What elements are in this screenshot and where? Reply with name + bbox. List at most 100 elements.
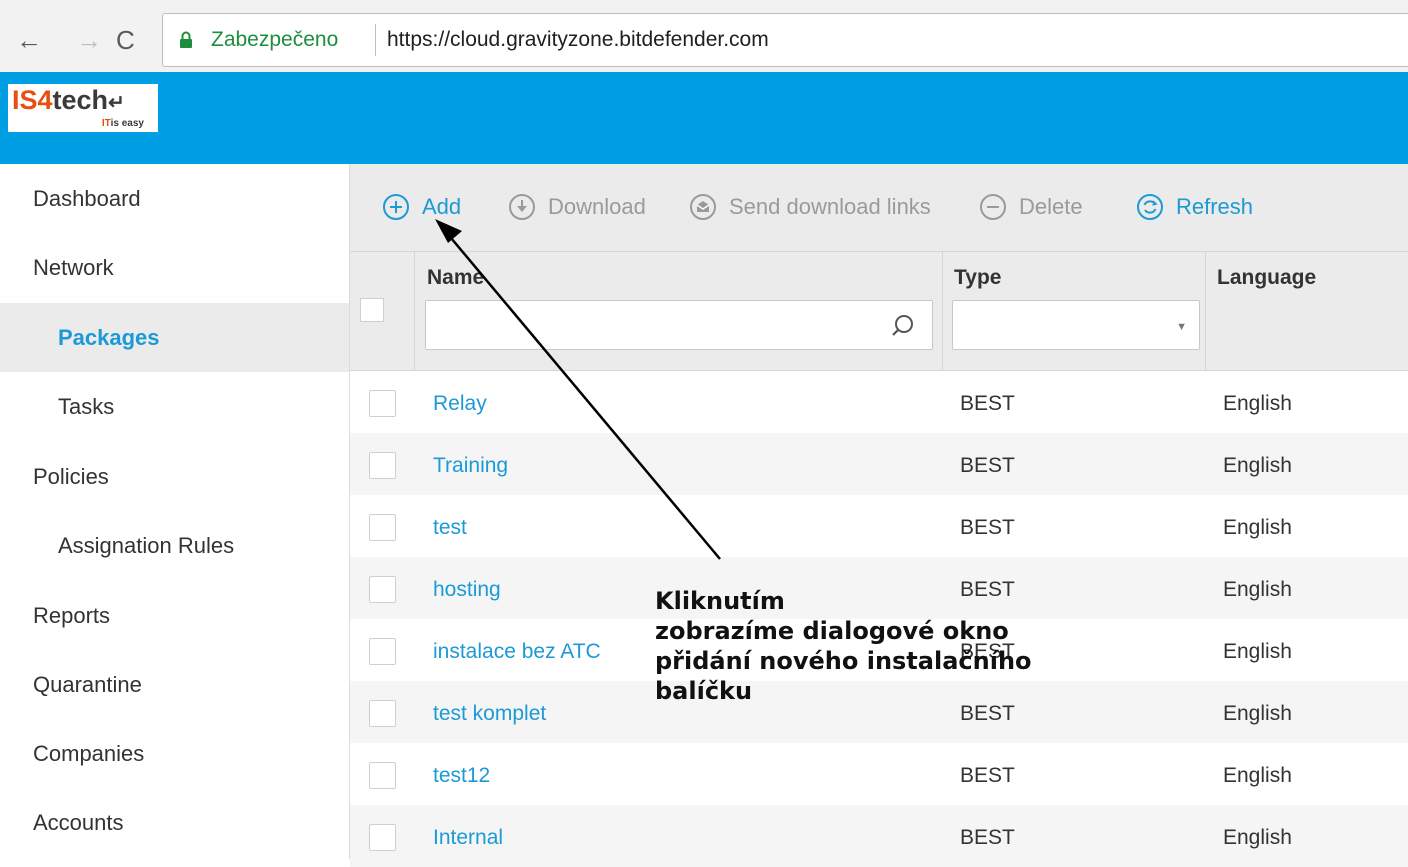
logo-arrow-icon: ↵ bbox=[108, 92, 125, 114]
plus-circle-icon bbox=[383, 194, 409, 220]
package-name-link[interactable]: instalace bez ATC bbox=[433, 640, 601, 664]
annotation-callout: Kliknutím zobrazíme dialogové okno přidá… bbox=[655, 586, 1075, 706]
row-checkbox[interactable] bbox=[369, 390, 396, 417]
package-name-link[interactable]: Internal bbox=[433, 826, 503, 850]
browser-toolbar: ← → C Zabezpečeno https://cloud.gravityz… bbox=[0, 0, 1408, 73]
url-separator bbox=[375, 24, 376, 56]
logo-tagline-easy: is easy bbox=[110, 118, 144, 129]
search-icon[interactable] bbox=[890, 313, 916, 339]
logo-tagline-it: IT bbox=[101, 118, 111, 129]
sidebar-item-label: Packages bbox=[58, 325, 160, 350]
package-language: English bbox=[1223, 764, 1292, 787]
sidebar-item-accounts[interactable]: Accounts bbox=[0, 788, 349, 857]
sidebar-item-label: Policies bbox=[33, 464, 109, 489]
lock-icon bbox=[180, 31, 192, 48]
table-row[interactable]: test BEST English bbox=[350, 495, 1408, 557]
sidebar-item-label: Network bbox=[33, 255, 114, 280]
package-name-link[interactable]: Training bbox=[433, 454, 508, 478]
sidebar-item-label: Accounts bbox=[33, 810, 124, 835]
sidebar-item-label: Companies bbox=[33, 741, 145, 766]
package-type: BEST bbox=[960, 516, 1015, 539]
packages-grid-header: Name Type ▼ Language bbox=[350, 252, 1408, 371]
row-checkbox[interactable] bbox=[369, 700, 396, 727]
package-name-link[interactable]: test12 bbox=[433, 764, 490, 788]
sidebar-item-packages[interactable]: Packages bbox=[0, 303, 349, 372]
secure-label: Zabezpečeno bbox=[211, 28, 339, 51]
refresh-circle-icon bbox=[1137, 194, 1163, 220]
send-links-label: Send download links bbox=[729, 194, 931, 219]
name-filter-input[interactable] bbox=[425, 300, 933, 350]
url-text[interactable]: https://cloud.gravityzone.bitdefender.co… bbox=[387, 28, 769, 52]
sidebar-item-reports[interactable]: Reports bbox=[0, 581, 349, 650]
sidebar-item-network[interactable]: Network bbox=[0, 233, 349, 302]
refresh-label: Refresh bbox=[1176, 194, 1254, 219]
add-label: Add bbox=[422, 194, 462, 219]
row-checkbox[interactable] bbox=[369, 824, 396, 851]
annotation-line: přidání nového instalačního bbox=[655, 647, 1032, 675]
package-type: BEST bbox=[960, 392, 1015, 415]
back-arrow-icon[interactable]: ← bbox=[16, 26, 42, 54]
row-checkbox[interactable] bbox=[369, 576, 396, 603]
row-checkbox[interactable] bbox=[369, 452, 396, 479]
packages-toolbar: Add Download Send download links Delete bbox=[350, 164, 1408, 252]
annotation-line: balíčku bbox=[655, 677, 753, 705]
reload-icon[interactable]: C bbox=[116, 26, 135, 54]
package-type: BEST bbox=[960, 764, 1015, 787]
sidebar-item-quarantine[interactable]: Quarantine bbox=[0, 650, 349, 719]
row-checkbox[interactable] bbox=[369, 762, 396, 789]
annotation-line: zobrazíme dialogové okno bbox=[655, 617, 1009, 645]
column-header-type[interactable]: Type bbox=[954, 266, 1001, 290]
sidebar-item-assignation-rules[interactable]: Assignation Rules bbox=[0, 511, 349, 580]
column-separator bbox=[942, 252, 943, 370]
package-language: English bbox=[1223, 454, 1292, 477]
column-separator bbox=[1205, 252, 1206, 370]
sidebar-item-label: Quarantine bbox=[33, 672, 142, 697]
logo-part-is4: IS4 bbox=[12, 85, 53, 115]
delete-label: Delete bbox=[1019, 194, 1083, 219]
chevron-down-icon: ▼ bbox=[1176, 321, 1187, 333]
sidebar-item-companies[interactable]: Companies bbox=[0, 719, 349, 788]
package-language: English bbox=[1223, 826, 1292, 849]
logo-part-tech: tech bbox=[52, 85, 109, 115]
sidebar-item-policies[interactable]: Policies bbox=[0, 442, 349, 511]
minus-circle-icon bbox=[980, 194, 1006, 220]
row-checkbox[interactable] bbox=[369, 638, 396, 665]
envelope-circle-icon bbox=[690, 194, 716, 220]
column-header-language[interactable]: Language bbox=[1217, 266, 1316, 290]
type-filter-select[interactable]: ▼ bbox=[952, 300, 1200, 350]
table-row[interactable]: Internal BEST English bbox=[350, 805, 1408, 867]
table-row[interactable]: Relay BEST English bbox=[350, 371, 1408, 433]
table-row[interactable]: Training BEST English bbox=[350, 433, 1408, 495]
company-logo[interactable]: IS4tech↵ ITis easy bbox=[8, 84, 158, 132]
select-all-checkbox[interactable] bbox=[360, 298, 384, 322]
download-circle-icon bbox=[509, 194, 535, 220]
row-checkbox[interactable] bbox=[369, 514, 396, 541]
package-name-link[interactable]: hosting bbox=[433, 578, 501, 602]
logo-tagline: ITis easy bbox=[102, 118, 144, 129]
package-name-link[interactable]: test bbox=[433, 516, 467, 540]
app-header: IS4tech↵ ITis easy bbox=[0, 72, 1408, 164]
package-name-link[interactable]: Relay bbox=[433, 392, 487, 416]
package-type: BEST bbox=[960, 826, 1015, 849]
sidebar-item-label: Dashboard bbox=[33, 186, 141, 211]
package-type: BEST bbox=[960, 454, 1015, 477]
column-header-name[interactable]: Name bbox=[427, 266, 484, 290]
sidebar-item-label: Reports bbox=[33, 603, 111, 628]
package-language: English bbox=[1223, 578, 1292, 601]
sidebar-item-dashboard[interactable]: Dashboard bbox=[0, 164, 349, 233]
sidebar-item-tasks[interactable]: Tasks bbox=[0, 372, 349, 441]
package-language: English bbox=[1223, 392, 1292, 415]
download-label: Download bbox=[548, 194, 646, 219]
package-language: English bbox=[1223, 640, 1292, 663]
package-name-link[interactable]: test komplet bbox=[433, 702, 546, 726]
table-row[interactable]: test12 BEST English bbox=[350, 743, 1408, 805]
annotation-line: Kliknutím bbox=[655, 587, 785, 615]
forward-arrow-icon[interactable]: → bbox=[76, 26, 102, 54]
sidebar-nav: Dashboard Network Packages Tasks Policie… bbox=[0, 164, 350, 859]
package-language: English bbox=[1223, 516, 1292, 539]
sidebar-item-label: Assignation Rules bbox=[58, 533, 235, 558]
sidebar-item-label: Tasks bbox=[58, 394, 115, 419]
column-separator bbox=[414, 252, 415, 370]
address-bar[interactable]: Zabezpečeno https://cloud.gravityzone.bi… bbox=[162, 13, 1408, 67]
package-language: English bbox=[1223, 702, 1292, 725]
